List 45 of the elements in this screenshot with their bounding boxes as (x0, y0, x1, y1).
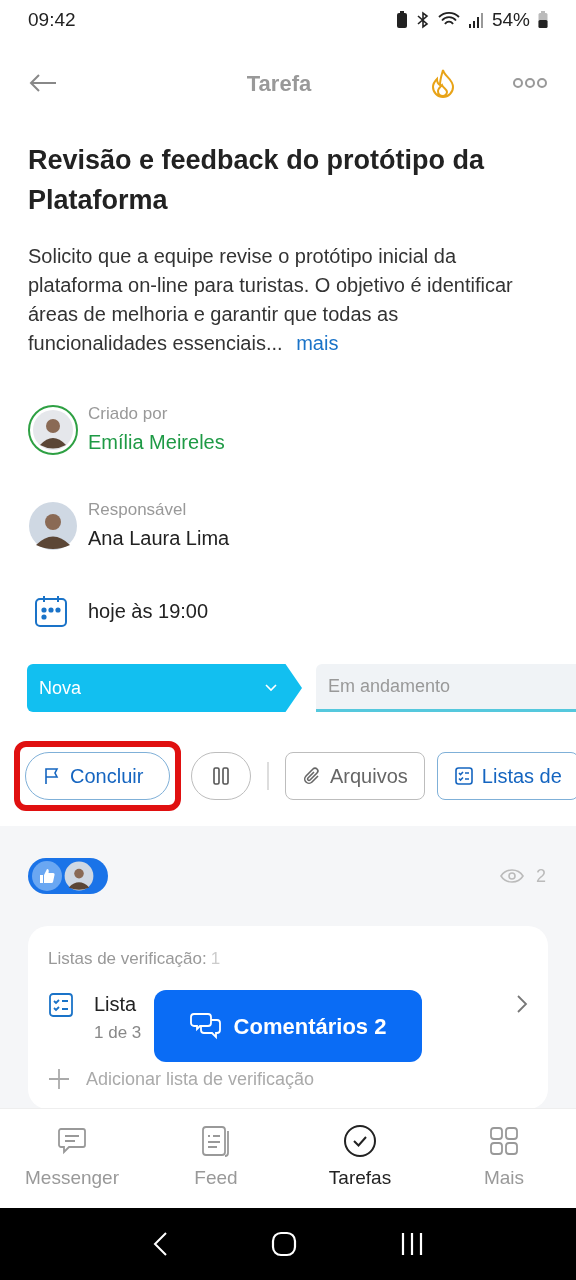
paperclip-icon (302, 765, 322, 787)
stage-tab[interactable]: Em andamento (316, 664, 576, 712)
person-name[interactable]: Ana Laura Lima (88, 522, 230, 554)
signal-icon (467, 11, 484, 29)
header-title: Tarefa (246, 69, 312, 98)
checklists-heading: Listas de verificação: (48, 948, 207, 970)
system-back-button[interactable] (151, 1231, 168, 1257)
person-role: Criado por (88, 403, 169, 425)
checklist-icon (48, 991, 74, 1018)
battery-percentage: 54% (491, 7, 530, 32)
recents-button[interactable] (400, 1231, 425, 1257)
task-description: Solicito que a equipe revise o protótipo inicial da plataforma on-line para turistas. O objetivo é identificar áreas de melhoria e garantir que todas as funcionalidades essenciais... mais (28, 244, 514, 356)
battery-saver-icon (395, 11, 408, 29)
checklist-icon (453, 766, 474, 786)
battery-icon (538, 11, 548, 29)
deadline-text: hoje às 19:00 (88, 599, 209, 624)
home-button[interactable] (271, 1231, 297, 1257)
speech-bubbles-icon (189, 1011, 222, 1041)
person-role: Responsável (88, 499, 188, 521)
arrow-left-icon (28, 73, 58, 93)
files-button[interactable]: Arquivos (285, 752, 425, 800)
thumbs-up-icon (32, 861, 62, 891)
checklist-title: Lista (94, 991, 138, 1017)
eye-icon (500, 868, 524, 884)
views-count: 2 (536, 864, 546, 888)
calendar-icon (34, 594, 68, 628)
check-circle-icon (343, 1124, 377, 1159)
chevron-right-icon (516, 993, 528, 1014)
reactions-pill[interactable] (28, 858, 108, 894)
bluetooth-icon (415, 11, 430, 29)
pause-icon (212, 766, 230, 786)
status-time: 09:42 (28, 7, 76, 32)
add-checklist-link[interactable]: Adicionar lista de verificação (86, 1065, 315, 1093)
more-icon (513, 77, 547, 89)
plus-icon (48, 1068, 70, 1090)
chevron-down-icon (264, 683, 278, 693)
avatar (64, 861, 94, 891)
comments-button[interactable]: Comentários 2 (154, 990, 422, 1062)
more-link[interactable]: mais (296, 332, 339, 354)
nav-tab[interactable]: Feed (144, 1109, 288, 1208)
nav-tab[interactable]: Messenger (0, 1109, 144, 1208)
nav-tab[interactable]: Mais (432, 1109, 576, 1208)
nav-tab[interactable]: Tarefas (288, 1109, 432, 1208)
person-name[interactable]: Emília Meireles (88, 426, 225, 458)
task-title: Revisão e feedback do protótipo da Plataforma (28, 144, 486, 217)
